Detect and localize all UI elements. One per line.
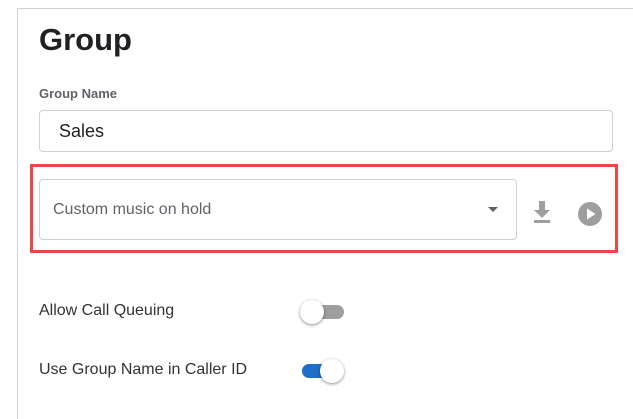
allow-call-queuing-toggle[interactable] — [300, 299, 346, 325]
toggle-knob — [320, 359, 344, 383]
allow-call-queuing-label: Allow Call Queuing — [39, 302, 175, 319]
toggle-knob — [300, 300, 324, 324]
download-icon[interactable] — [531, 199, 553, 225]
chevron-down-icon — [488, 207, 498, 212]
music-on-hold-select[interactable]: Custom music on hold — [39, 179, 517, 240]
play-circle-icon[interactable] — [577, 201, 603, 227]
music-on-hold-placeholder: Custom music on hold — [53, 200, 212, 218]
page-title: Group — [39, 22, 132, 57]
group-name-label: Group Name — [39, 86, 118, 101]
group-name-value: Sales — [59, 120, 105, 141]
caller-id-toggle[interactable] — [298, 358, 344, 384]
group-name-input[interactable]: Sales — [39, 110, 613, 152]
caller-id-label: Use Group Name in Caller ID — [39, 361, 248, 378]
